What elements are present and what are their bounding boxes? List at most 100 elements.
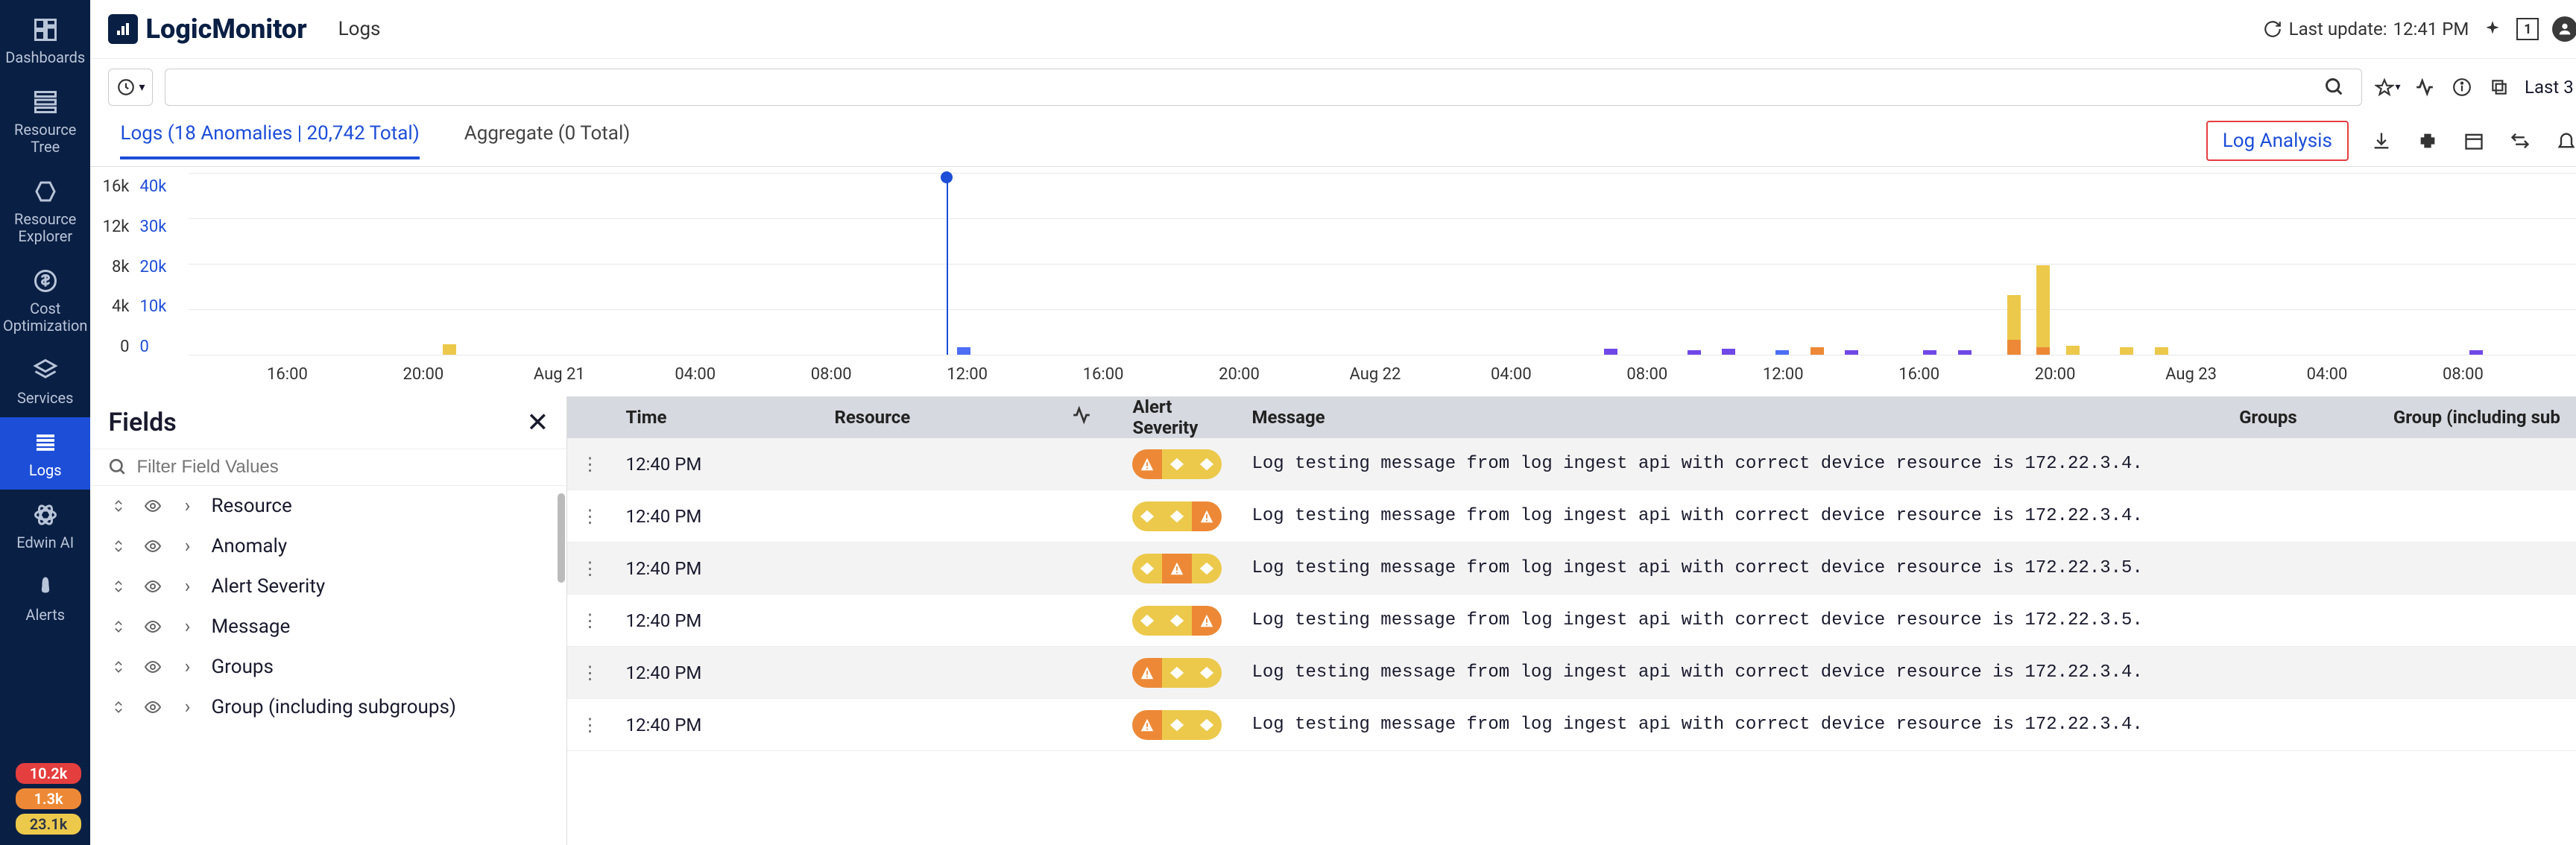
close-icon[interactable]: ✕	[526, 407, 549, 438]
field-row[interactable]: ›Anomaly	[90, 526, 566, 566]
calendar-icon[interactable]	[2460, 127, 2487, 154]
nav-alerts[interactable]: Alerts	[0, 562, 90, 634]
table-row[interactable]: ⋮12:40 PMLog testing message from log in…	[567, 595, 2576, 647]
chart-bar[interactable]	[2120, 347, 2133, 355]
tabs-row: Logs (18 Anomalies | 20,742 Total) Aggre…	[90, 115, 2576, 167]
cell-severity	[1119, 501, 1238, 531]
nav-edwin-ai[interactable]: Edwin AI	[0, 490, 90, 562]
eye-icon[interactable]	[142, 616, 163, 637]
history-button[interactable]: ▾	[108, 69, 153, 106]
row-menu-icon[interactable]: ⋮	[567, 454, 612, 475]
x-tick: 04:00	[2307, 365, 2348, 384]
log-analysis-button[interactable]: Log Analysis	[2206, 121, 2349, 161]
info-icon[interactable]	[2449, 74, 2475, 101]
history-icon	[116, 77, 136, 97]
chart-bar[interactable]	[1845, 350, 1858, 355]
chart-bar[interactable]	[1604, 349, 1617, 355]
x-tick: 20:00	[2035, 365, 2076, 384]
fields-filter-input[interactable]	[136, 457, 549, 478]
th-anomaly[interactable]	[1044, 405, 1119, 429]
field-row[interactable]: ›Resource	[90, 486, 566, 526]
table-row[interactable]: ⋮12:40 PMLog testing message from log in…	[567, 542, 2576, 595]
tab-logs[interactable]: Logs (18 Anomalies | 20,742 Total)	[120, 122, 419, 159]
chart-bar[interactable]	[2155, 347, 2168, 355]
search-row: ▾ ▾ Last 3 days ▾	[90, 58, 2576, 115]
plugin-icon[interactable]	[2414, 127, 2441, 154]
tab-aggregate[interactable]: Aggregate (0 Total)	[464, 122, 631, 159]
nav-resource-explorer[interactable]: Resource Explorer	[0, 166, 90, 256]
eye-icon[interactable]	[142, 536, 163, 557]
chart-bar[interactable]	[2007, 295, 2021, 355]
row-menu-icon[interactable]: ⋮	[567, 610, 612, 631]
chart-bar[interactable]	[443, 344, 456, 355]
chart-bar[interactable]	[1923, 350, 1936, 355]
sparkle-icon[interactable]	[2482, 19, 2503, 39]
note-icon[interactable]: 1	[2516, 18, 2539, 40]
content-row: Fields ✕ ›Resource›Anomaly›Alert Severit…	[90, 396, 2576, 845]
chart-bar[interactable]	[1811, 347, 1824, 355]
last-update[interactable]: Last update: 12:41 PM	[2262, 19, 2469, 39]
th-groups[interactable]: Groups	[2156, 407, 2380, 428]
chart-bar[interactable]	[1775, 350, 1789, 355]
nav-dashboards[interactable]: Dashboards	[0, 4, 90, 77]
logs-table: Time Resource Alert Severity Message Gro…	[567, 396, 2576, 845]
chart-bar[interactable]	[1958, 350, 1972, 355]
cell-message: Log testing message from log ingest api …	[1238, 454, 2156, 474]
copy-icon[interactable]	[2486, 74, 2513, 101]
x-tick: 16:00	[1898, 365, 1939, 384]
badge-error[interactable]: 1.3k	[16, 788, 81, 809]
th-time[interactable]: Time	[612, 407, 821, 428]
eye-icon[interactable]	[142, 576, 163, 597]
main-panel: LogicMonitor Logs Last update: 12:41 PM …	[90, 0, 2576, 845]
star-button[interactable]: ▾	[2374, 74, 2401, 101]
table-row[interactable]: ⋮12:40 PMLog testing message from log in…	[567, 490, 2576, 542]
row-menu-icon[interactable]: ⋮	[567, 715, 612, 735]
avatar-button[interactable]	[2552, 16, 2576, 42]
search-icon[interactable]	[2321, 74, 2348, 101]
badge-warning[interactable]: 23.1k	[16, 814, 81, 835]
row-menu-icon[interactable]: ⋮	[567, 506, 612, 527]
field-row[interactable]: ›Alert Severity	[90, 566, 566, 607]
chart-marker[interactable]	[947, 173, 948, 355]
table-row[interactable]: ⋮12:40 PMLog testing message from log in…	[567, 438, 2576, 490]
badge-critical[interactable]: 10.2k	[16, 763, 81, 784]
search-icon	[108, 458, 127, 477]
scrollbar[interactable]	[558, 493, 565, 583]
row-menu-icon[interactable]: ⋮	[567, 558, 612, 579]
field-row[interactable]: ›Message	[90, 607, 566, 647]
chevron-right-icon: ›	[177, 536, 198, 557]
nav-resource-tree[interactable]: Resource Tree	[0, 77, 90, 166]
chart-plot[interactable]: 16:0020:00Aug 2104:0008:0012:0016:0020:0…	[189, 173, 2576, 396]
nav-services[interactable]: Services	[0, 345, 90, 417]
eye-icon[interactable]	[142, 656, 163, 677]
download-icon[interactable]	[2368, 127, 2395, 154]
table-row[interactable]: ⋮12:40 PMLog testing message from log in…	[567, 647, 2576, 699]
chart-bar[interactable]	[1722, 349, 1735, 355]
nav-label: Alerts	[25, 607, 65, 624]
last-update-time: 12:41 PM	[2393, 19, 2469, 39]
chart-bar[interactable]	[2066, 346, 2080, 355]
swap-icon[interactable]	[2507, 127, 2534, 154]
cell-message: Log testing message from log ingest api …	[1238, 506, 2156, 526]
th-message[interactable]: Message	[1238, 407, 2156, 428]
field-row[interactable]: ›Groups	[90, 647, 566, 687]
th-severity[interactable]: Alert Severity	[1119, 396, 1238, 438]
search-input[interactable]	[179, 77, 2321, 98]
th-group-sub[interactable]: Group (including sub	[2380, 407, 2576, 428]
nav-label: Resource Tree	[3, 121, 87, 156]
th-resource[interactable]: Resource	[821, 407, 1044, 428]
pulse-icon[interactable]	[2411, 74, 2438, 101]
row-menu-icon[interactable]: ⋮	[567, 662, 612, 683]
nav-cost-optimization[interactable]: Cost Optimization	[0, 256, 90, 345]
table-row[interactable]: ⋮12:40 PMLog testing message from log in…	[567, 699, 2576, 751]
chart-bar[interactable]	[1688, 350, 1701, 355]
field-row[interactable]: ›Group (including subgroups)	[90, 687, 566, 727]
nav-logs[interactable]: Logs	[0, 417, 90, 490]
timerange-selector[interactable]: Last 3 days ▾	[2525, 77, 2576, 98]
chart-bar[interactable]	[2036, 265, 2050, 355]
chart-bar[interactable]	[2469, 350, 2483, 355]
eye-icon[interactable]	[142, 496, 163, 516]
bell-icon[interactable]	[2553, 127, 2576, 154]
eye-icon[interactable]	[142, 697, 163, 718]
chart-bar[interactable]	[957, 347, 970, 355]
